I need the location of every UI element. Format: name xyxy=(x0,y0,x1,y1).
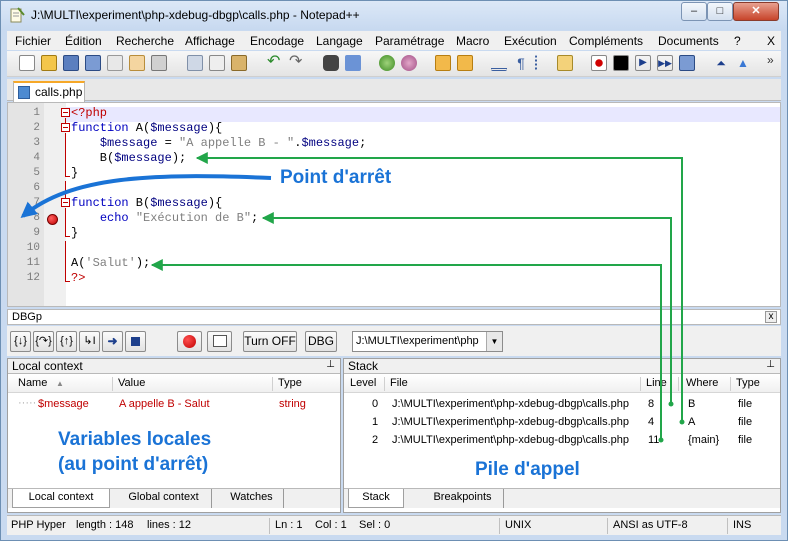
stack-arrow-line-4 xyxy=(195,152,685,425)
breakpoint-annotation: Point d'arrêt xyxy=(280,167,392,188)
locals-annotation-sub: (au point d'arrêt) xyxy=(58,454,209,475)
breakpoint-arrow xyxy=(20,174,272,219)
stack-annotation: Pile d'appel xyxy=(475,459,580,480)
notepadpp-window: J:\MULTI\experiment\php-xdebug-dbgp\call… xyxy=(0,0,788,541)
stack-arrow-line-11 xyxy=(150,259,664,443)
locals-annotation: Variables locales xyxy=(58,429,212,450)
stack-arrow-line-8 xyxy=(261,212,674,407)
